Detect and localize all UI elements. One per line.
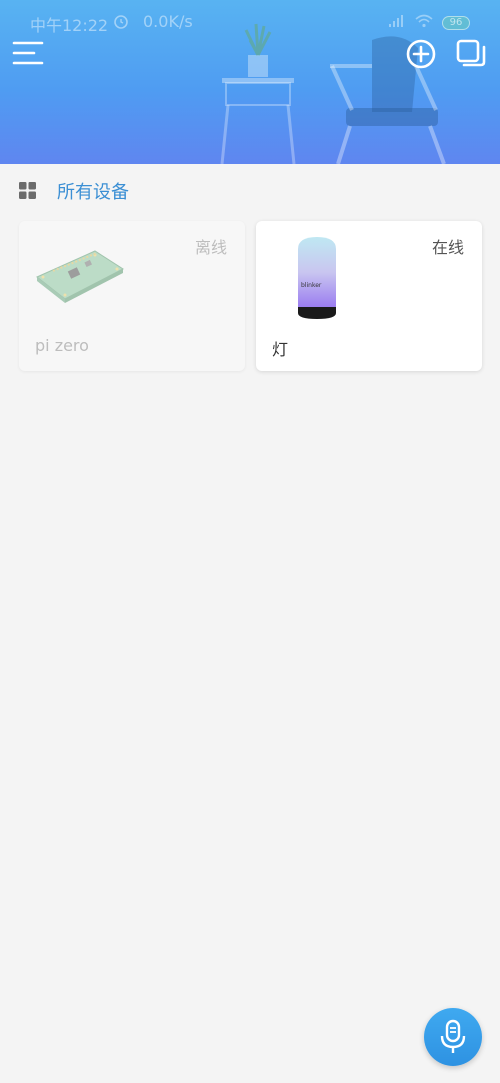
multi-window-icon[interactable]: [455, 38, 487, 70]
device-name: 灯: [272, 340, 289, 359]
microphone-icon: [440, 1019, 466, 1053]
status-net-speed: 0.0K/s: [143, 12, 193, 31]
add-circle-icon[interactable]: [405, 38, 437, 70]
grid-icon[interactable]: [19, 182, 36, 199]
wifi-icon: [415, 14, 433, 28]
status-bar: 中午12:22 0.0K/s 96: [0, 8, 500, 38]
lamp-cylinder-image: blinker: [298, 237, 336, 319]
header-banner: 中午12:22 0.0K/s 96: [0, 0, 500, 164]
status-time: 中午12:22: [30, 16, 109, 35]
raspberry-pi-board-image: [36, 250, 124, 303]
device-card-lamp[interactable]: blinker 在线 灯: [256, 221, 482, 371]
alarm-icon: [114, 15, 128, 29]
signal-icon: [389, 15, 403, 27]
device-status: 离线: [194, 238, 227, 257]
device-status: 在线: [431, 238, 464, 257]
voice-button[interactable]: [424, 1008, 482, 1066]
section-header: 所有设备: [0, 164, 500, 218]
device-name: pi zero: [35, 336, 89, 355]
section-title: 所有设备: [57, 182, 129, 203]
svg-text:blinker: blinker: [301, 282, 322, 289]
battery-icon: 96: [442, 16, 470, 30]
menu-icon[interactable]: [12, 38, 44, 68]
device-card-pi-zero[interactable]: 离线 pi zero: [19, 221, 245, 371]
